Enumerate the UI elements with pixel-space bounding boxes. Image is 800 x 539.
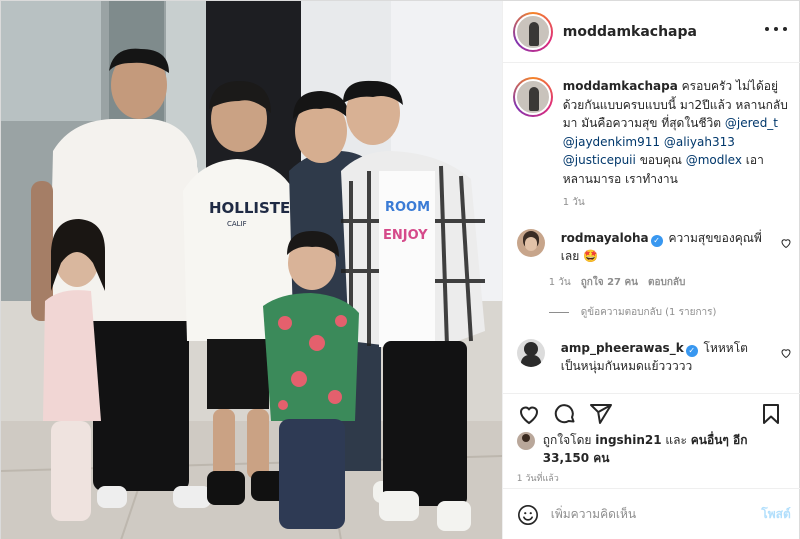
comment-likes[interactable]: ถูกใจ 27 คน (581, 275, 638, 290)
verified-badge-icon: ✓ (650, 235, 663, 247)
mention-link[interactable]: @jaydenkim911 (563, 135, 660, 149)
mention-link[interactable]: @jered_t (725, 116, 778, 130)
author-username[interactable]: moddamkachapa (563, 24, 697, 40)
comment-item: rodmayaloha ✓ ความสุขของคุณพี่เลย 🤩 (516, 229, 792, 265)
liker-username[interactable]: ingshin21 (595, 433, 661, 447)
add-comment-bar: โพสต์ (502, 488, 800, 539)
commenter-avatar[interactable] (516, 339, 545, 367)
mention-link[interactable]: @modlex (686, 153, 742, 167)
caption-avatar[interactable] (512, 77, 553, 117)
instagram-post: HOLLISTER CALIF ROOM ENJOY moddamkachapa… (0, 0, 800, 539)
likes-text: ถูกใจโดย ingshin21 และ คนอื่นๆ อีก 33,15… (543, 431, 787, 467)
commenter-username[interactable]: amp_pheerawas_k (561, 341, 684, 355)
heart-icon[interactable] (780, 237, 792, 249)
heart-icon[interactable] (517, 402, 541, 426)
bookmark-icon[interactable] (759, 402, 783, 426)
tshirt-print-text-1: ROOM (385, 200, 430, 215)
author-avatar[interactable] (512, 11, 553, 52)
more-horizontal-icon[interactable] (764, 27, 787, 33)
caption: moddamkachapa ครอบครัว ไม่ได้อยู่ด้วยกัน… (512, 77, 798, 188)
comment-icon[interactable] (553, 402, 577, 426)
emoji-icon[interactable] (517, 504, 539, 526)
likes-connector: และ (665, 433, 687, 447)
view-replies-button[interactable]: ดูข้อความตอบกลับ (1 รายการ) (548, 305, 717, 320)
commenter-avatar[interactable] (516, 229, 545, 257)
comments-list[interactable]: moddamkachapa ครอบครัว ไม่ได้อยู่ด้วยกัน… (503, 63, 800, 393)
comment-time[interactable]: 1 วัน (549, 275, 571, 290)
reply-button[interactable]: ตอบกลับ (648, 275, 685, 290)
comment-body: rodmayaloha ✓ ความสุขของคุณพี่เลย 🤩 (561, 229, 766, 265)
post-timestamp[interactable]: 1 วันที่แล้ว (517, 471, 559, 485)
commenter-username[interactable]: rodmayaloha (561, 231, 649, 245)
comment-item: amp_pheerawas_k ✓ โหหหโตเป็นหนุ่มกันหมดแย… (516, 339, 792, 375)
comment-meta: 1 วัน ถูกใจ 27 คน ตอบกลับ (549, 275, 686, 290)
post-comment-button[interactable]: โพสต์ (761, 505, 790, 524)
post-sidebar: moddamkachapa moddamkachapa ครอบครัว ไม่… (501, 1, 800, 539)
comment-body: amp_pheerawas_k ✓ โหหหโตเป็นหนุ่มกันหมดแย… (561, 339, 766, 375)
post-photo[interactable]: HOLLISTER CALIF ROOM ENJOY (1, 1, 502, 539)
mention-link[interactable]: @justicepuii (563, 153, 636, 167)
caption-text: moddamkachapa ครอบครัว ไม่ได้อยู่ด้วยกัน… (563, 77, 793, 188)
likes-summary: ถูกใจโดย ingshin21 และ คนอื่นๆ อีก 33,15… (516, 431, 787, 467)
caption-body-2: ขอบคุณ (639, 153, 682, 167)
tshirt-print-text-2: ENJOY (383, 228, 428, 243)
liker-avatar[interactable] (516, 432, 535, 450)
hoodie-print-text: HOLLISTER (209, 199, 302, 217)
likes-prefix: ถูกใจโดย (542, 433, 592, 447)
comment-input[interactable] (550, 503, 741, 525)
caption-timestamp[interactable]: 1 วัน (563, 195, 585, 210)
action-bar (502, 393, 800, 433)
mention-link[interactable]: @aliyah313 (664, 135, 735, 149)
share-icon[interactable] (589, 402, 613, 426)
post-header: moddamkachapa (502, 1, 800, 63)
verified-badge-icon: ✓ (685, 345, 698, 357)
view-replies-label: ดูข้อความตอบกลับ (1 รายการ) (580, 307, 717, 318)
heart-icon[interactable] (780, 347, 792, 359)
caption-username[interactable]: moddamkachapa (563, 79, 678, 93)
family-photo-illustration: HOLLISTER CALIF ROOM ENJOY (1, 1, 502, 539)
hoodie-print-subtext: CALIF (227, 220, 247, 228)
